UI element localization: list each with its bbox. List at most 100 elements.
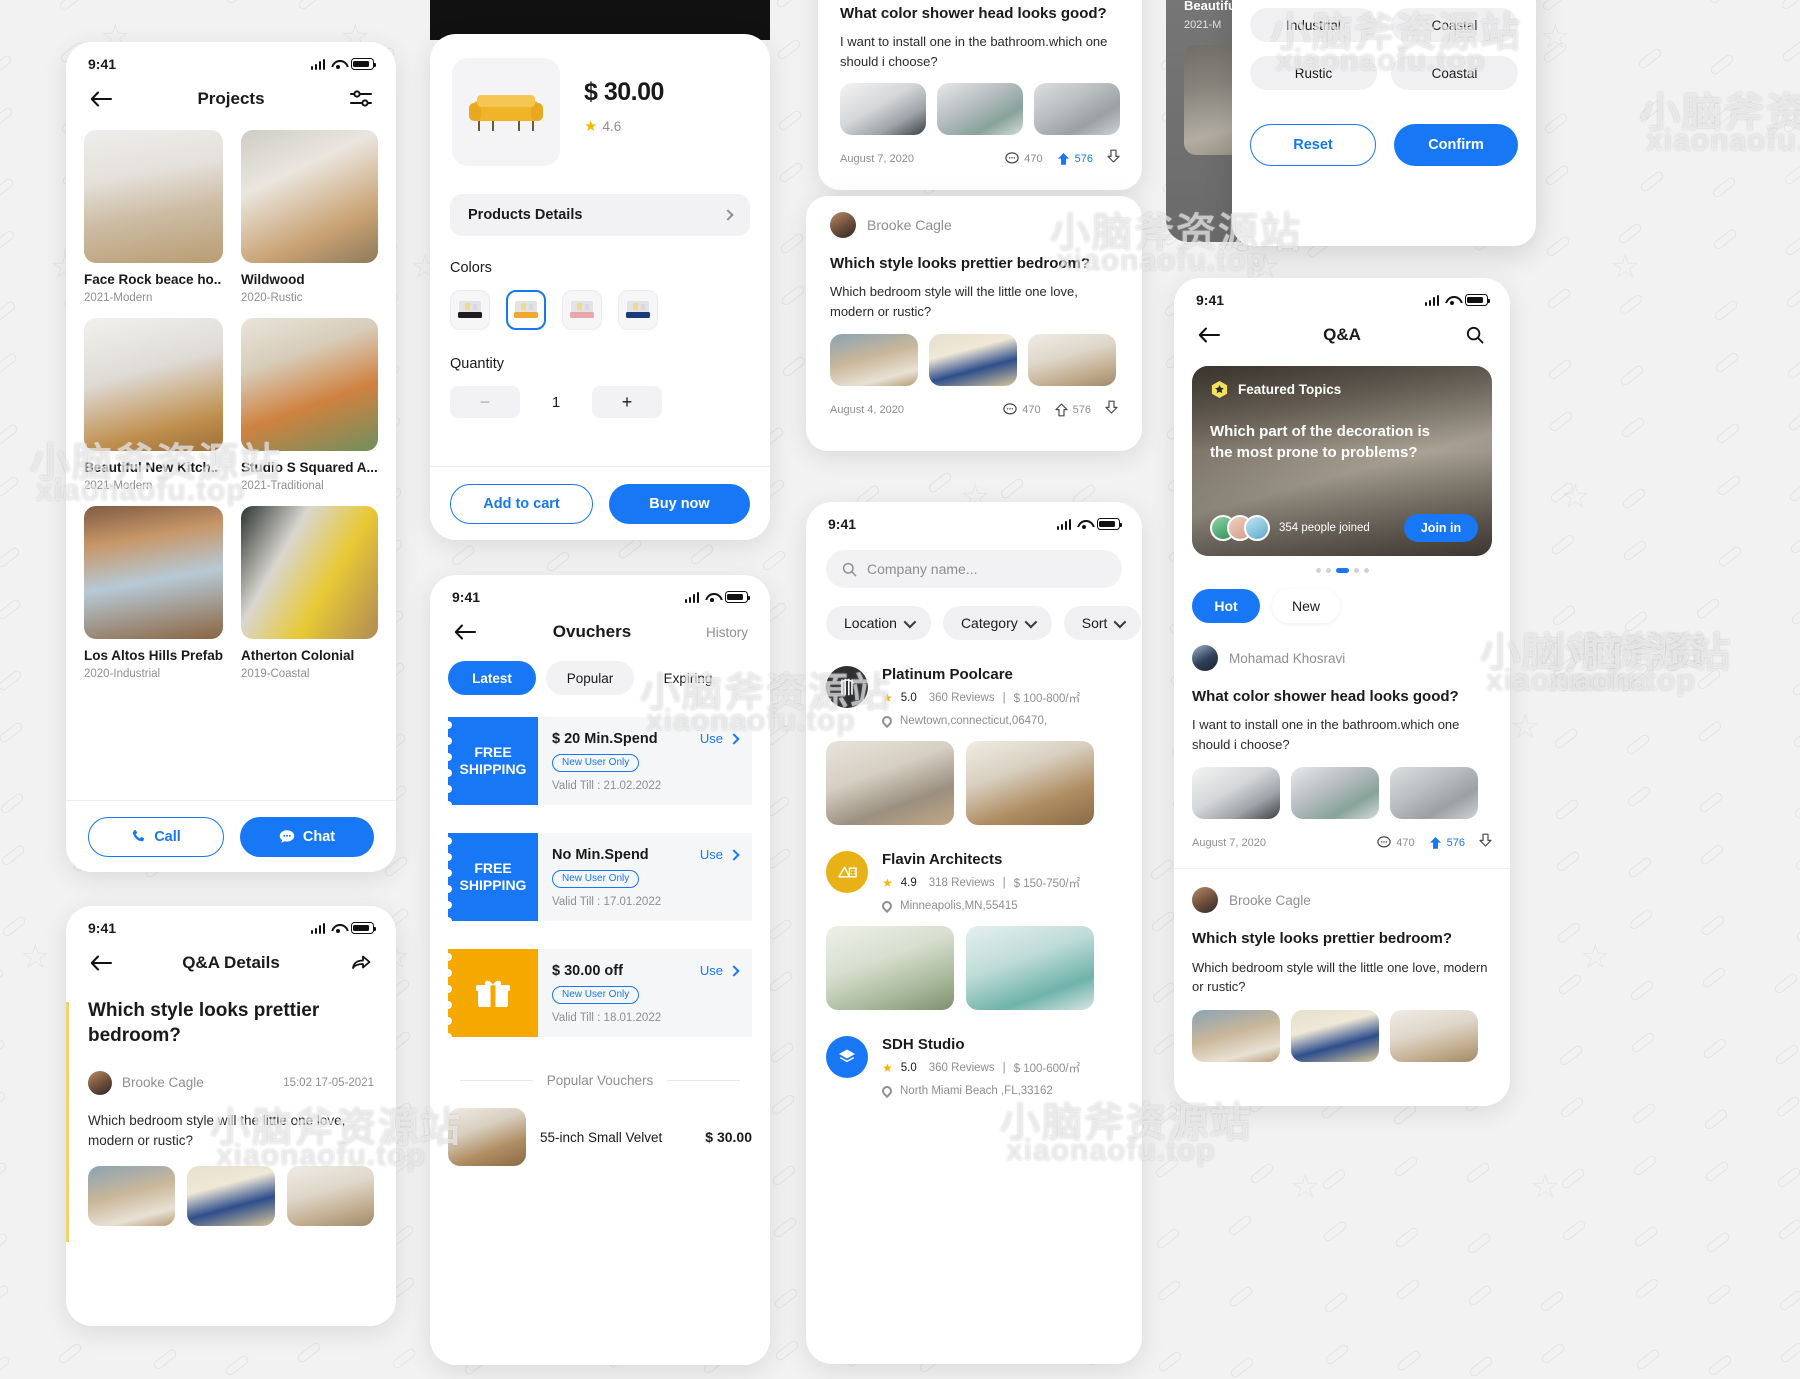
project-name: Los Altos Hills Prefab xyxy=(84,648,224,663)
project-card[interactable]: Face Rock beace ho.. 2021-Modern xyxy=(84,130,224,304)
project-card[interactable]: Los Altos Hills Prefab 2020-Industrial xyxy=(84,506,224,680)
post-thumbnail[interactable] xyxy=(1028,334,1116,387)
post-thumbnail[interactable] xyxy=(1291,1009,1379,1062)
company-search-bar[interactable]: Company name... xyxy=(826,550,1122,588)
products-details-row[interactable]: Products Details xyxy=(450,194,750,236)
qa-home-post[interactable]: Mohamad Khosravi What color shower head … xyxy=(1192,645,1492,852)
filter-style-label: Coastal xyxy=(1431,17,1478,33)
sliders-icon[interactable] xyxy=(348,86,374,112)
downvote-button[interactable] xyxy=(1107,149,1120,168)
buy-now-button[interactable]: Buy now xyxy=(609,483,750,524)
plus-icon: + xyxy=(621,391,633,412)
popular-voucher-row[interactable]: 55-inch Small Velvet $ 30.00 xyxy=(448,1108,752,1166)
quantity-decrease-button[interactable]: − xyxy=(450,386,520,418)
tab-popular[interactable]: Popular xyxy=(546,661,634,695)
status-icons xyxy=(684,591,751,603)
filter-style-rustic[interactable]: Rustic xyxy=(1250,56,1377,90)
back-icon[interactable] xyxy=(1196,322,1222,348)
company-rating: 5.0 xyxy=(900,692,917,704)
filter-category[interactable]: Category xyxy=(942,606,1052,640)
company-photo[interactable] xyxy=(966,741,1094,825)
color-swatch-yellow[interactable] xyxy=(506,290,546,330)
qa-home-post[interactable]: Brooke Cagle Which style looks prettier … xyxy=(1192,887,1492,1062)
qa-thumbnail[interactable] xyxy=(88,1166,176,1227)
company-photo[interactable] xyxy=(966,926,1094,1010)
post-thumbnail[interactable] xyxy=(830,334,918,387)
project-card[interactable]: Wildwood 2020-Rustic xyxy=(241,130,378,304)
voucher-use-button[interactable]: Use xyxy=(700,847,740,862)
post-thumbnail[interactable] xyxy=(1034,83,1120,136)
search-icon[interactable] xyxy=(1462,322,1488,348)
filter-location[interactable]: Location xyxy=(826,606,931,640)
downvote-button[interactable] xyxy=(1479,833,1492,852)
post-thumbnail[interactable] xyxy=(1192,767,1280,820)
voucher-valid: Valid Till : 18.01.2022 xyxy=(552,1011,662,1024)
post-thumbnail[interactable] xyxy=(1390,767,1478,820)
company-row[interactable]: Platinum Poolcare ★ 5.0 360 Reviews | $ … xyxy=(826,666,1122,825)
voucher-card[interactable]: FREE SHIPPING $ 20 Min.Spend Use New Use… xyxy=(448,717,752,805)
voucher-card[interactable]: FREE SHIPPING No Min.Spend Use New User … xyxy=(448,833,752,921)
project-card[interactable]: Studio S Squared A... 2021-Traditional xyxy=(241,318,378,492)
voucher-use-button[interactable]: Use xyxy=(700,963,740,978)
post-author: Brooke Cagle xyxy=(1229,892,1311,908)
carousel-dot-active[interactable] xyxy=(1335,568,1349,573)
filter-style-coastal-1[interactable]: Coastal xyxy=(1391,8,1518,42)
quantity-increase-button[interactable]: + xyxy=(592,386,662,418)
company-photo[interactable] xyxy=(826,926,954,1010)
post-thumbnail[interactable] xyxy=(929,334,1017,387)
voucher-card[interactable]: $ 30.00 off Use New User Only Valid Till… xyxy=(448,949,752,1037)
featured-topic-banner[interactable]: Featured Topics Which part of the decora… xyxy=(1192,366,1492,556)
post-author: Mohamad Khosravi xyxy=(1229,650,1346,666)
confirm-button[interactable]: Confirm xyxy=(1394,124,1518,166)
qa-thumbnail[interactable] xyxy=(187,1166,275,1227)
carousel-dot[interactable] xyxy=(1353,568,1359,573)
qa-thumbnail[interactable] xyxy=(286,1166,374,1227)
back-icon[interactable] xyxy=(88,950,114,976)
share-icon[interactable] xyxy=(348,950,374,976)
upvote-stat[interactable]: 576 xyxy=(1055,403,1091,417)
tab-latest[interactable]: Latest xyxy=(448,661,536,695)
company-photo[interactable] xyxy=(826,741,954,825)
call-button[interactable]: Call xyxy=(88,816,224,857)
filter-sort[interactable]: Sort xyxy=(1063,606,1142,640)
company-row[interactable]: Flavin Architects ★ 4.9 318 Reviews | $ … xyxy=(826,851,1122,1010)
comment-stat[interactable]: 470 xyxy=(1377,836,1415,849)
color-swatch-navy[interactable] xyxy=(618,290,658,330)
post-thumbnail[interactable] xyxy=(1291,767,1379,820)
back-icon[interactable] xyxy=(88,86,114,112)
comment-stat[interactable]: 470 xyxy=(1003,403,1041,416)
company-row[interactable]: SDH Studio ★ 5.0 360 Reviews | $ 100-600… xyxy=(826,1036,1122,1099)
back-icon[interactable] xyxy=(452,619,478,645)
project-card[interactable]: Beautiful New Kitch.. 2021-Modern xyxy=(84,318,224,492)
carousel-dot[interactable] xyxy=(1315,568,1321,573)
comment-stat[interactable]: 470 xyxy=(1005,152,1043,165)
project-card[interactable]: Atherton Colonial 2019-Coastal xyxy=(241,506,378,680)
voucher-stamp-line2: SHIPPING xyxy=(459,877,527,893)
post-thumbnail[interactable] xyxy=(1192,1009,1280,1062)
carousel-dot[interactable] xyxy=(1325,568,1331,573)
join-in-button[interactable]: Join in xyxy=(1404,514,1478,542)
downvote-button[interactable] xyxy=(1105,400,1118,419)
call-label: Call xyxy=(154,828,181,845)
post-thumbnail[interactable] xyxy=(937,83,1023,136)
chat-button[interactable]: Chat xyxy=(240,816,374,857)
filter-style-industrial[interactable]: Industrial xyxy=(1250,8,1377,42)
history-button[interactable]: History xyxy=(706,625,748,640)
voucher-stamp xyxy=(448,949,538,1037)
post-thumbnail[interactable] xyxy=(840,83,926,136)
tab-new[interactable]: New xyxy=(1272,589,1340,623)
upvote-stat[interactable]: 576 xyxy=(1429,836,1465,850)
color-swatch-black[interactable] xyxy=(450,290,490,330)
tab-hot[interactable]: Hot xyxy=(1192,589,1260,623)
voucher-use-button[interactable]: Use xyxy=(700,731,740,746)
tab-expiring[interactable]: Expiring xyxy=(644,661,732,695)
filter-style-coastal-2[interactable]: Coastal xyxy=(1391,56,1518,90)
reset-button[interactable]: Reset xyxy=(1250,124,1376,166)
sofa-icon xyxy=(469,95,543,131)
carousel-dot[interactable] xyxy=(1363,568,1369,573)
color-swatch-pink[interactable] xyxy=(562,290,602,330)
star-icon: ★ xyxy=(882,876,893,890)
upvote-stat[interactable]: 576 xyxy=(1057,152,1093,166)
add-to-cart-button[interactable]: Add to cart xyxy=(450,483,593,524)
post-thumbnail[interactable] xyxy=(1390,1009,1478,1062)
